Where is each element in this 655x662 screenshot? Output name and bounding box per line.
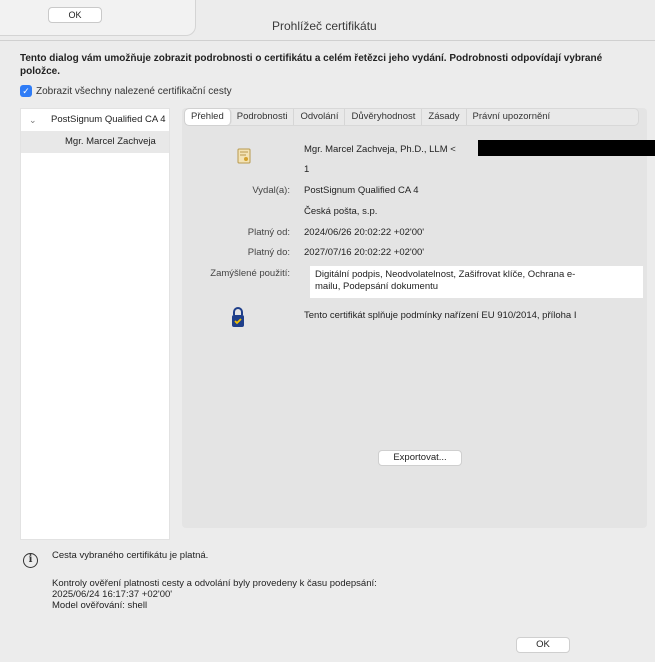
tab-details[interactable]: Podrobnosti [231, 109, 295, 125]
path-status: Cesta vybraného certifikátu je platná. [52, 550, 209, 561]
validation-line-1: Kontroly ověření platnosti cesty a odvol… [52, 578, 377, 589]
tab-bar: Přehled Podrobnosti Odvolání Důvěryhodno… [184, 108, 639, 126]
tree-item-subject[interactable]: Mgr. Marcel Zachveja [21, 131, 169, 153]
valid-to-label: Platný do: [247, 247, 290, 258]
issued-by-label: Vydal(a): [252, 185, 290, 196]
validation-details: Kontroly ověření platnosti cesty a odvol… [52, 578, 377, 611]
info-icon: i [23, 553, 38, 568]
validation-model: Model ověřování: shell [52, 600, 148, 611]
titlebar: Prohlížeč certifikátu [196, 0, 655, 44]
tab-legal-notice[interactable]: Právní upozornění [467, 109, 557, 125]
dialog-description: Tento dialog vám umožňuje zobrazit podro… [20, 53, 603, 77]
tab-revocation[interactable]: Odvolání [294, 109, 346, 125]
title-divider [0, 40, 655, 41]
valid-to-value: 2027/07/16 20:02:22 +02'00' [304, 247, 425, 258]
chevron-down-icon[interactable]: ⌄ [29, 109, 37, 131]
window-title: Prohlížeč certifikátu [272, 19, 377, 33]
tab-overview[interactable]: Přehled [185, 109, 231, 125]
tab-trust[interactable]: Důvěryhodnost [345, 109, 423, 125]
certificate-viewer-window: Prohlížeč certifikátu Tento dialog vám u… [0, 0, 655, 662]
intended-use-label: Zamýšlené použití: [210, 268, 290, 279]
intended-use-box: Digitální podpis, Neodvolatelnost, Zašif… [310, 266, 643, 298]
show-all-paths-label: Zobrazit všechny nalezené certifikační c… [36, 85, 232, 97]
certificate-serial: 1 [304, 164, 310, 175]
valid-from-value: 2024/06/26 20:02:22 +02'00' [304, 227, 425, 238]
tab-policies[interactable]: Zásady [422, 109, 467, 125]
certificate-path-tree: ⌄ PostSignum Qualified CA 4 Mgr. Marcel … [20, 108, 170, 540]
issued-by-value: PostSignum Qualified CA 4 [304, 185, 419, 196]
redaction-bar [478, 140, 655, 156]
show-all-paths-checkbox[interactable]: ✓ [20, 85, 32, 97]
tree-item-label: Mgr. Marcel Zachveja [65, 136, 156, 147]
valid-from-label: Platný od: [247, 227, 290, 238]
issuer-organization: Česká pošta, s.p. [304, 206, 378, 217]
certificate-icon [237, 148, 251, 164]
intended-use-line-2: mailu, Podepsání dokumentu [315, 281, 439, 292]
ok-button[interactable]: OK [516, 637, 570, 653]
tree-item-label: PostSignum Qualified CA 4 [51, 114, 166, 125]
show-all-paths-row[interactable]: ✓ Zobrazit všechny nalezené certifikační… [20, 85, 232, 97]
qualified-lock-icon [232, 307, 244, 327]
tree-item-issuer[interactable]: ⌄ PostSignum Qualified CA 4 [21, 109, 169, 131]
validation-time: 2025/06/24 16:17:37 +02'00' [52, 589, 173, 600]
intended-use-line-1: Digitální podpis, Neodvolatelnost, Zašif… [315, 269, 576, 280]
certificate-subject: Mgr. Marcel Zachveja, Ph.D., LLM < [304, 144, 456, 155]
compliance-note: Tento certifikát splňuje podmínky naříze… [304, 310, 577, 321]
export-button[interactable]: Exportovat... [378, 450, 462, 466]
